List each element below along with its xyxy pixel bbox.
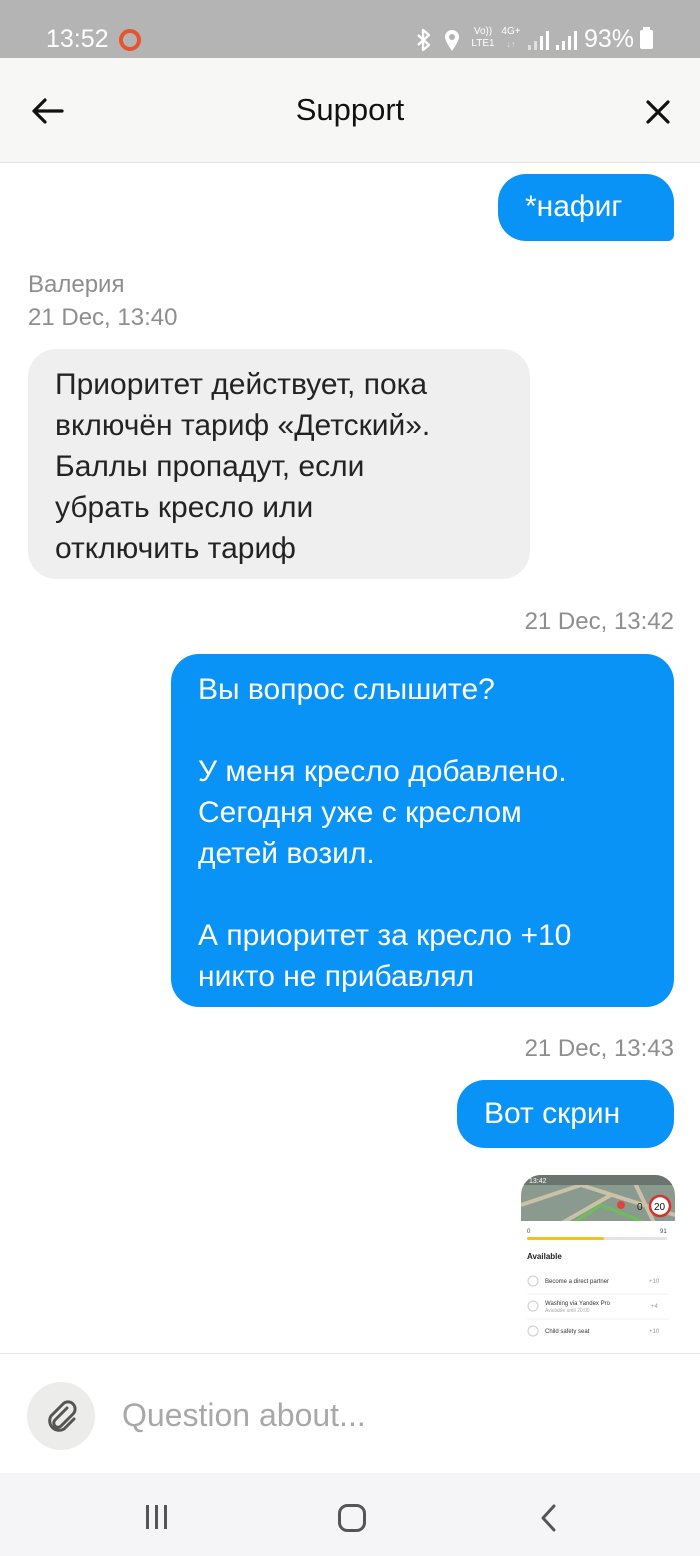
message-input[interactable]	[122, 1392, 662, 1438]
attach-button[interactable]	[27, 1382, 95, 1450]
preview-progress-fill	[527, 1237, 604, 1240]
4g-icon: 4G+ ↓↑	[501, 26, 521, 49]
message-bubble-outgoing: *нафиг	[498, 174, 674, 241]
message-bubble-incoming: Приоритет действует, пока включён тариф …	[28, 349, 530, 579]
signal-icon	[528, 31, 549, 50]
svg-text:Child safety seat: Child safety seat	[545, 1329, 590, 1335]
status-bar: 13:52 Vo)) LTE1 4G+ ↓↑ 93%	[0, 0, 700, 58]
home-icon[interactable]	[337, 1503, 367, 1533]
preview-time: 13:42	[529, 1178, 547, 1185]
location-icon	[445, 30, 459, 51]
svg-text:Become a direct partner: Become a direct partner	[545, 1279, 609, 1285]
screenshot-preview: 13:42 0 20 0 91 Available Become a direc…	[521, 1175, 675, 1353]
svg-text:+10: +10	[649, 1279, 660, 1285]
svg-text:+10: +10	[649, 1329, 660, 1335]
message-bubble-outgoing: Вы вопрос слышите? У меня кресло добавле…	[171, 654, 674, 1007]
battery-percent: 93%	[584, 25, 635, 53]
svg-text:Available until 20:00: Available until 20:00	[545, 1308, 590, 1314]
message-timestamp: 21 Dec, 13:43	[524, 1035, 674, 1062]
preview-section-title: Available	[527, 1252, 562, 1261]
message-timestamp: 21 Dec, 13:42	[524, 608, 674, 635]
status-time: 13:52	[46, 25, 109, 53]
back-chevron-icon[interactable]	[538, 1503, 560, 1533]
paperclip-icon	[48, 1400, 77, 1432]
sender-name: Валерия	[28, 271, 125, 298]
svg-text:+4: +4	[651, 1304, 659, 1310]
preview-badge-left: 0	[637, 1202, 643, 1213]
chat-header: Support	[0, 58, 700, 163]
close-icon[interactable]	[644, 98, 672, 126]
preview-badge-right: 20	[654, 1202, 666, 1213]
bluetooth-icon	[417, 28, 431, 52]
page-title: Support	[295, 92, 405, 127]
preview-progress-end: 91	[660, 1229, 667, 1235]
recents-icon[interactable]	[143, 1503, 171, 1531]
message-timestamp: 21 Dec, 13:40	[28, 304, 178, 331]
composer	[0, 1353, 700, 1474]
message-list[interactable]: *нафиг Валерия 21 Dec, 13:40 Приоритет д…	[0, 163, 700, 1353]
volte-icon: Vo)) LTE1	[471, 26, 495, 49]
battery-icon	[640, 27, 653, 49]
image-attachment[interactable]: 13:42 0 20 0 91 Available Become a direc…	[521, 1175, 675, 1353]
recording-dot-icon	[119, 29, 141, 51]
signal-icon	[556, 31, 577, 50]
system-nav-bar	[0, 1473, 700, 1556]
svg-text:Washing via Yandex Pro: Washing via Yandex Pro	[545, 1301, 611, 1307]
message-bubble-outgoing: Вот скрин	[457, 1080, 674, 1148]
